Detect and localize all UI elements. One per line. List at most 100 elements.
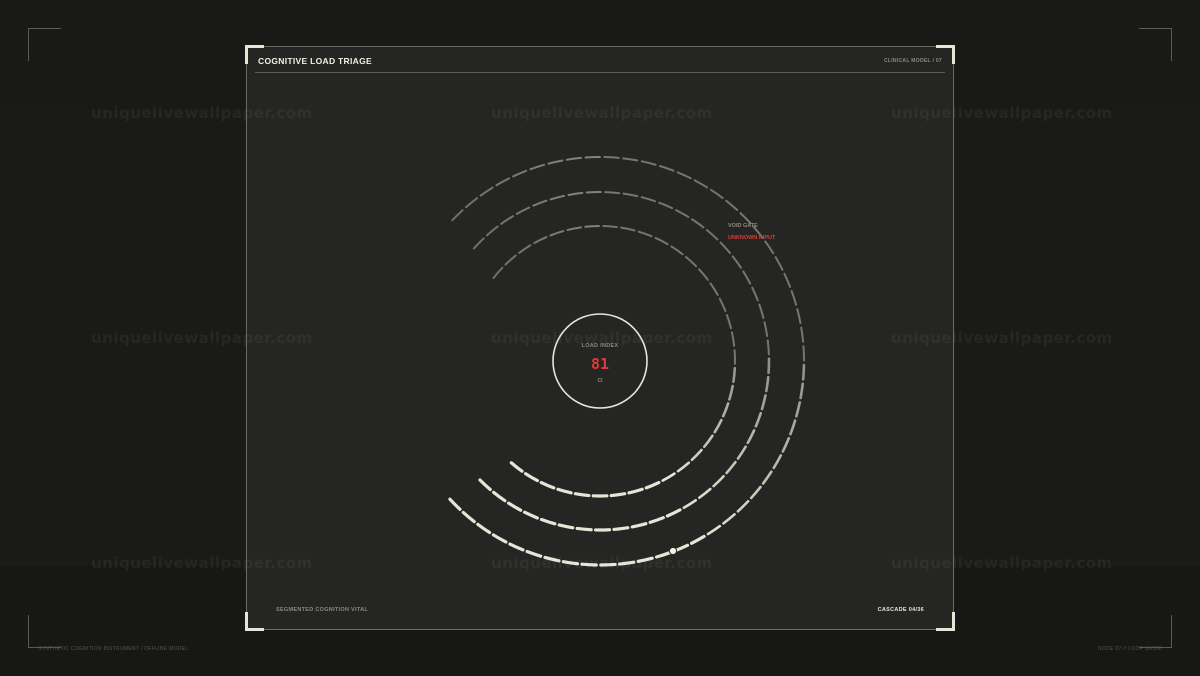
center-label: LOAD INDEX: [582, 343, 619, 349]
gauge-segment: [658, 201, 674, 210]
gauge-segment: [612, 526, 630, 532]
void-gate-status: UNKNOWN INPUT: [728, 235, 776, 241]
gauge-segment: [713, 418, 723, 434]
gauge-segment: [725, 199, 739, 212]
gauge-segment: [622, 192, 639, 198]
gauge-segment: [485, 225, 499, 237]
gauge-segment: [783, 272, 792, 288]
gauge-segment: [800, 326, 805, 343]
void-gate-label: VOID GATE: [728, 223, 758, 229]
load-value: 81: [591, 355, 609, 373]
gauge-segment: [543, 555, 561, 563]
gauge-segment: [676, 461, 691, 473]
gauge-segment: [451, 209, 464, 222]
gauge-segment: [491, 533, 508, 544]
gauge-segment: [731, 255, 742, 269]
gauge-segment: [736, 499, 750, 513]
gauge-ring-inner: [492, 225, 737, 498]
gauge-segment: [725, 314, 732, 330]
gauge-segment: [495, 177, 511, 187]
gauge-segment: [790, 290, 798, 306]
gauge-segment: [751, 286, 759, 302]
gauge-segment: [691, 218, 705, 229]
gauge-segment: [512, 169, 528, 178]
gauge-segment: [506, 501, 523, 512]
gauge-segment: [584, 156, 601, 159]
gauge-segment: [789, 419, 797, 436]
gauge-segment: [736, 445, 747, 460]
gauge-ring-middle: [472, 190, 771, 532]
gauge-segment: [549, 194, 566, 201]
gauge-segment: [765, 375, 770, 393]
gauge-segment: [549, 230, 565, 237]
gauge-segment: [532, 199, 548, 207]
gauge-segment: [676, 171, 692, 180]
gauge-segment: [774, 256, 784, 271]
gauge-segment: [661, 472, 676, 482]
gauge-segment: [640, 160, 657, 166]
gauge-segment: [573, 492, 591, 498]
gauge-segment: [739, 212, 752, 225]
gauge-segment: [504, 254, 517, 266]
gauge-segment: [781, 437, 791, 453]
gauge-segment: [644, 480, 661, 490]
gauge-segment: [539, 480, 556, 490]
gauge-segment: [529, 163, 546, 171]
gauge-segment: [476, 522, 492, 535]
gauge-segment: [518, 244, 532, 254]
gauge-segment: [705, 229, 719, 241]
gauge-segment: [515, 206, 531, 215]
gauge-segment: [547, 159, 564, 165]
gauge-segment: [448, 497, 462, 511]
gauge-segment: [718, 297, 727, 313]
gauge-segment: [618, 560, 636, 566]
gauge-segment: [566, 226, 583, 231]
gauge-segment: [602, 225, 618, 229]
gauge-segment: [492, 266, 504, 280]
gauge-segment: [654, 550, 672, 559]
gauge-segment: [698, 268, 709, 281]
gauge-segment: [627, 487, 644, 495]
gauge-segment: [640, 196, 657, 203]
gauge-segment: [754, 411, 763, 428]
gauge-segment: [658, 165, 675, 172]
gauge-segment: [693, 179, 709, 189]
gauge-segment: [599, 562, 617, 567]
gauge-segment: [799, 382, 805, 400]
gauge-segment: [690, 448, 703, 462]
gauge-segment: [509, 461, 524, 473]
load-unit: CI: [598, 378, 604, 384]
gauge-segment: [749, 485, 762, 500]
gauge-segment: [525, 549, 543, 558]
gauge-segment: [464, 197, 479, 209]
gauge-segment: [709, 282, 719, 296]
gauge-segment: [801, 363, 806, 381]
gauge-segment: [698, 487, 712, 500]
gauge-segment: [575, 526, 593, 532]
gauge-segment: [472, 237, 485, 250]
gauge-segment: [580, 562, 598, 567]
gauge-segment: [461, 510, 476, 524]
gauge-segment: [670, 245, 684, 256]
load-gauge: LOAD INDEX 81 CI VOID GATE UNKNOWN INPUT: [448, 156, 806, 567]
gauge-segment: [522, 510, 539, 520]
gauge-segment: [565, 156, 583, 161]
gauge-segment: [492, 490, 507, 503]
gauge-segment: [728, 384, 734, 401]
gauge-segment: [561, 560, 580, 566]
gauge-segment: [763, 321, 769, 338]
gauge-segment: [742, 270, 752, 285]
gauge-segment: [557, 523, 575, 530]
gauge-segment: [702, 434, 714, 449]
gauge-segment: [567, 191, 584, 196]
gauge-segment: [722, 513, 736, 525]
gauge-segment: [603, 156, 620, 159]
gauge-segment: [585, 190, 602, 194]
gauge-segment: [721, 402, 730, 418]
gauge-segment: [604, 191, 621, 195]
gauge-segment: [533, 236, 548, 245]
gauge-segment: [654, 236, 669, 246]
gauge-segment: [689, 534, 706, 545]
gauge-segment: [725, 460, 737, 475]
gauge-segment: [764, 240, 775, 255]
